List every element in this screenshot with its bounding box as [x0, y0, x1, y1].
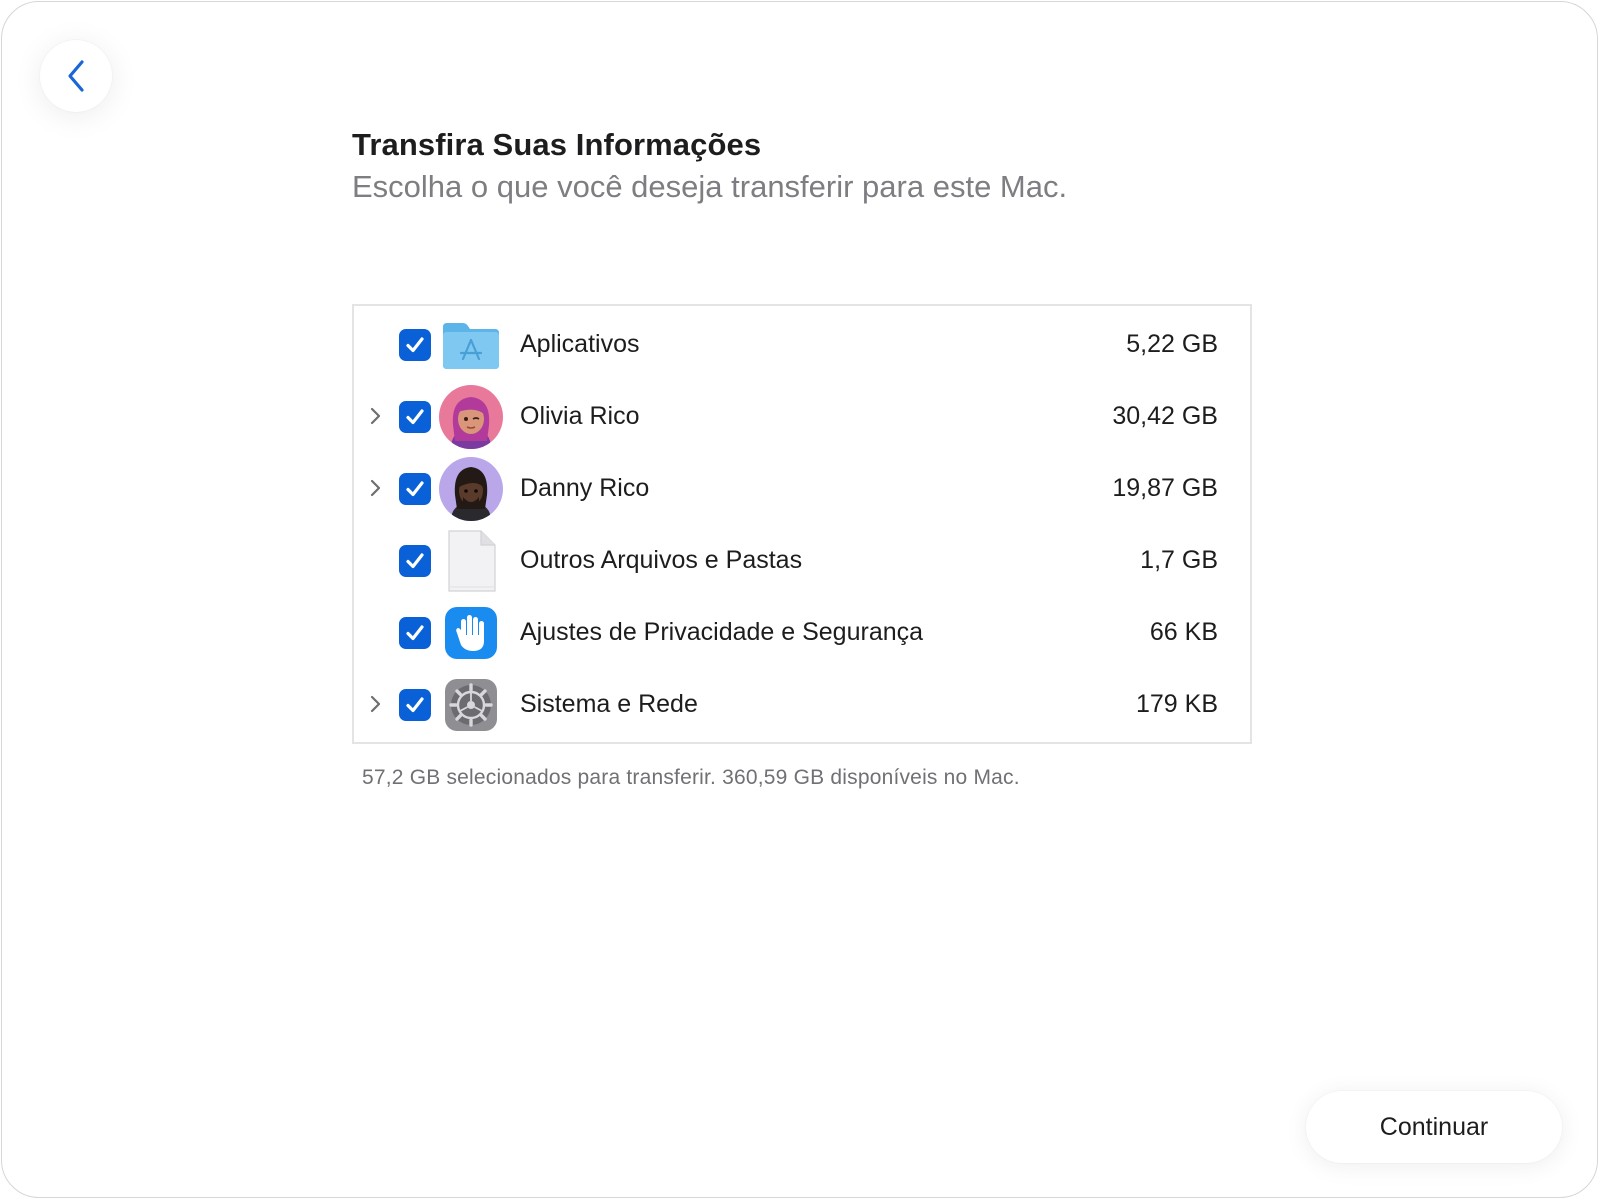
danny-rico-checkbox[interactable]: [399, 473, 431, 505]
list-item-privacidade: Ajustes de Privacidade e Segurança 66 KB: [354, 596, 1250, 668]
chevron-right-icon: [370, 695, 381, 713]
item-label: Sistema e Rede: [520, 690, 698, 718]
back-button[interactable]: [40, 40, 112, 112]
outros-arquivos-checkbox[interactable]: [399, 545, 431, 577]
checkmark-icon: [406, 337, 424, 353]
item-label: Olivia Rico: [520, 402, 640, 430]
document-icon: [439, 529, 503, 593]
checkmark-icon: [406, 697, 424, 713]
continue-button[interactable]: Continuar: [1306, 1091, 1562, 1163]
checkmark-icon: [406, 553, 424, 569]
chevron-left-icon: [68, 60, 84, 92]
header: Transfira Suas Informações Escolha o que…: [352, 127, 1067, 205]
olivia-avatar: [439, 385, 503, 449]
list-item-danny-rico: Danny Rico 19,87 GB: [354, 452, 1250, 524]
migration-assistant-window: Transfira Suas Informações Escolha o que…: [1, 1, 1598, 1198]
chevron-right-icon: [370, 479, 381, 497]
danny-avatar: [439, 457, 503, 521]
checkmark-icon: [406, 481, 424, 497]
expand-danny-rico[interactable]: [364, 474, 386, 502]
expand-olivia-rico[interactable]: [364, 402, 386, 430]
item-size: 1,7 GB: [1140, 546, 1218, 574]
item-size: 19,87 GB: [1112, 474, 1218, 502]
transfer-summary: 57,2 GB selecionados para transferir. 36…: [362, 766, 1020, 789]
list-item-aplicativos: Aplicativos 5,22 GB: [354, 308, 1250, 380]
expand-sistema-rede[interactable]: [364, 690, 386, 718]
list-item-sistema-rede: Sistema e Rede 179 KB: [354, 668, 1250, 740]
list-item-outros-arquivos: Outros Arquivos e Pastas 1,7 GB: [354, 524, 1250, 596]
privacidade-checkbox[interactable]: [399, 617, 431, 649]
page-subtitle: Escolha o que você deseja transferir par…: [352, 169, 1068, 204]
system-settings-gear-icon: [439, 673, 503, 737]
app-folder-icon: [439, 313, 503, 377]
item-label: Aplicativos: [520, 330, 640, 358]
checkmark-icon: [406, 409, 424, 425]
olivia-rico-checkbox[interactable]: [399, 401, 431, 433]
item-label: Outros Arquivos e Pastas: [520, 546, 803, 574]
list-item-olivia-rico: Olivia Rico 30,42 GB: [354, 380, 1250, 452]
page-title: Transfira Suas Informações: [352, 127, 762, 162]
aplicativos-checkbox[interactable]: [399, 329, 431, 361]
checkmark-icon: [406, 625, 424, 641]
chevron-right-icon: [370, 407, 381, 425]
item-size: 179 KB: [1135, 690, 1218, 718]
item-label: Ajustes de Privacidade e Segurança: [520, 618, 924, 646]
privacy-hand-icon: [439, 601, 503, 665]
item-size: 5,22 GB: [1126, 330, 1218, 358]
item-size: 30,42 GB: [1112, 402, 1218, 430]
transfer-items-list: Aplicativos 5,22 GB Olivia Rico 30,42 GB…: [352, 304, 1252, 744]
sistema-rede-checkbox[interactable]: [399, 689, 431, 721]
item-label: Danny Rico: [520, 474, 650, 502]
item-size: 66 KB: [1149, 618, 1218, 646]
